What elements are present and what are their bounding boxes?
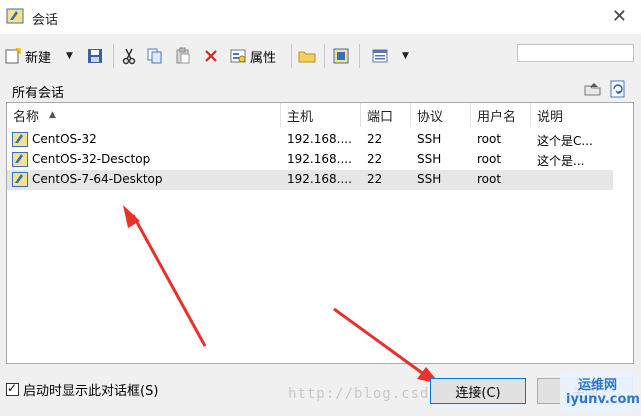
- paste-button[interactable]: [174, 45, 192, 67]
- panel-title: 所有会话: [12, 86, 65, 101]
- column-header-protocol[interactable]: 协议: [411, 103, 471, 127]
- column-name-label: 名称: [13, 109, 40, 125]
- connect-button[interactable]: 连接(C): [430, 378, 526, 404]
- toolbar-divider: [324, 44, 325, 68]
- session-row-selected[interactable]: CentOS-7-64-Desktop 192.168.... 22 SSH r…: [7, 170, 613, 190]
- floppy-disk-icon: [88, 49, 102, 63]
- logo-domain: iyunv.com: [566, 392, 640, 407]
- session-port: 22: [367, 172, 383, 186]
- toolbar-divider: [291, 44, 292, 68]
- session-protocol: SSH: [417, 172, 442, 186]
- view-button[interactable]: [371, 45, 389, 67]
- properties-button[interactable]: 属性: [229, 45, 276, 67]
- refresh-icon[interactable]: [609, 80, 627, 98]
- delete-x-icon: [205, 50, 217, 62]
- site-logo: 运维网 iyunv.com: [560, 372, 640, 412]
- session-protocol: SSH: [417, 132, 442, 146]
- copy-button[interactable]: [146, 45, 164, 67]
- logo-text: 运维网: [578, 378, 618, 393]
- properties-icon: [230, 49, 246, 63]
- session-list: 名称 ▲ 主机 端口 协议 用户名 说明 CentOS-32 192.168..…: [6, 102, 634, 364]
- scissors-icon: [122, 48, 136, 65]
- session-name: CentOS-7-64-Desktop: [32, 172, 163, 186]
- cut-button[interactable]: [120, 45, 138, 67]
- session-port: 22: [367, 132, 383, 146]
- session-icon: [12, 172, 28, 187]
- search-input[interactable]: [517, 44, 634, 62]
- session-protocol: SSH: [417, 152, 442, 166]
- title-bar: 会话 ✕: [0, 0, 641, 34]
- chevron-down-icon: ▼: [402, 51, 409, 61]
- column-header-user[interactable]: 用户名: [471, 103, 531, 127]
- properties-label: 属性: [250, 50, 277, 66]
- paste-icon: [176, 47, 190, 64]
- session-description: 这个是...: [537, 154, 585, 168]
- window-title: 会话: [32, 13, 59, 28]
- session-row[interactable]: CentOS-32-Desctop 192.168.... 22 SSH roo…: [7, 150, 613, 170]
- copy-icon: [147, 48, 162, 64]
- session-description: 这个是C...: [537, 134, 593, 148]
- column-description-label: 说明: [537, 109, 564, 125]
- session-icon: [12, 152, 28, 167]
- session-host: 192.168....: [287, 172, 352, 186]
- column-header-description[interactable]: 说明: [531, 103, 613, 127]
- list-view-icon: [372, 49, 388, 63]
- session-host: 192.168....: [287, 132, 352, 146]
- new-session-button[interactable]: 新建: [4, 45, 51, 67]
- save-button[interactable]: [86, 45, 104, 67]
- session-user: root: [477, 152, 502, 166]
- session-settings-button[interactable]: [332, 45, 350, 67]
- startup-checkbox-row[interactable]: 启动时显示此对话框(S): [6, 380, 158, 399]
- startup-checkbox-label: 启动时显示此对话框(S): [23, 384, 159, 399]
- xshell-app-icon: [6, 8, 24, 24]
- column-header-port[interactable]: 端口: [361, 103, 411, 127]
- session-name: CentOS-32: [32, 132, 97, 146]
- column-header-name[interactable]: 名称 ▲: [7, 103, 281, 127]
- folder-icon: [298, 51, 316, 63]
- new-session-label: 新建: [25, 50, 52, 66]
- column-protocol-label: 协议: [417, 109, 444, 125]
- new-session-icon: [5, 48, 21, 64]
- session-user: root: [477, 132, 502, 146]
- column-user-label: 用户名: [477, 109, 517, 125]
- chevron-down-icon: ▼: [66, 51, 73, 61]
- delete-button[interactable]: [202, 45, 220, 67]
- close-window-icon[interactable]: ✕: [612, 6, 627, 27]
- column-port-label: 端口: [367, 109, 394, 125]
- connect-button-label: 连接(C): [455, 385, 501, 401]
- session-port: 22: [367, 152, 383, 166]
- session-host: 192.168....: [287, 152, 352, 166]
- open-folder-button[interactable]: [298, 45, 316, 67]
- session-row[interactable]: CentOS-32 192.168.... 22 SSH root 这个是C..…: [7, 130, 613, 150]
- toolbar-divider: [359, 44, 360, 68]
- session-icon: [12, 132, 28, 147]
- startup-checkbox[interactable]: [6, 381, 19, 396]
- toolbar-divider: [113, 44, 114, 68]
- session-name: CentOS-32-Desctop: [32, 152, 151, 166]
- session-settings-icon: [333, 48, 349, 64]
- session-user: root: [477, 172, 502, 186]
- sort-ascending-icon: ▲: [49, 110, 56, 120]
- column-host-label: 主机: [287, 109, 314, 125]
- panel-header: 所有会话: [6, 80, 634, 102]
- column-header-host[interactable]: 主机: [281, 103, 361, 127]
- view-dropdown-button[interactable]: ▼: [402, 45, 409, 67]
- new-dropdown-button[interactable]: ▼: [66, 45, 73, 67]
- folder-up-icon[interactable]: [584, 80, 602, 98]
